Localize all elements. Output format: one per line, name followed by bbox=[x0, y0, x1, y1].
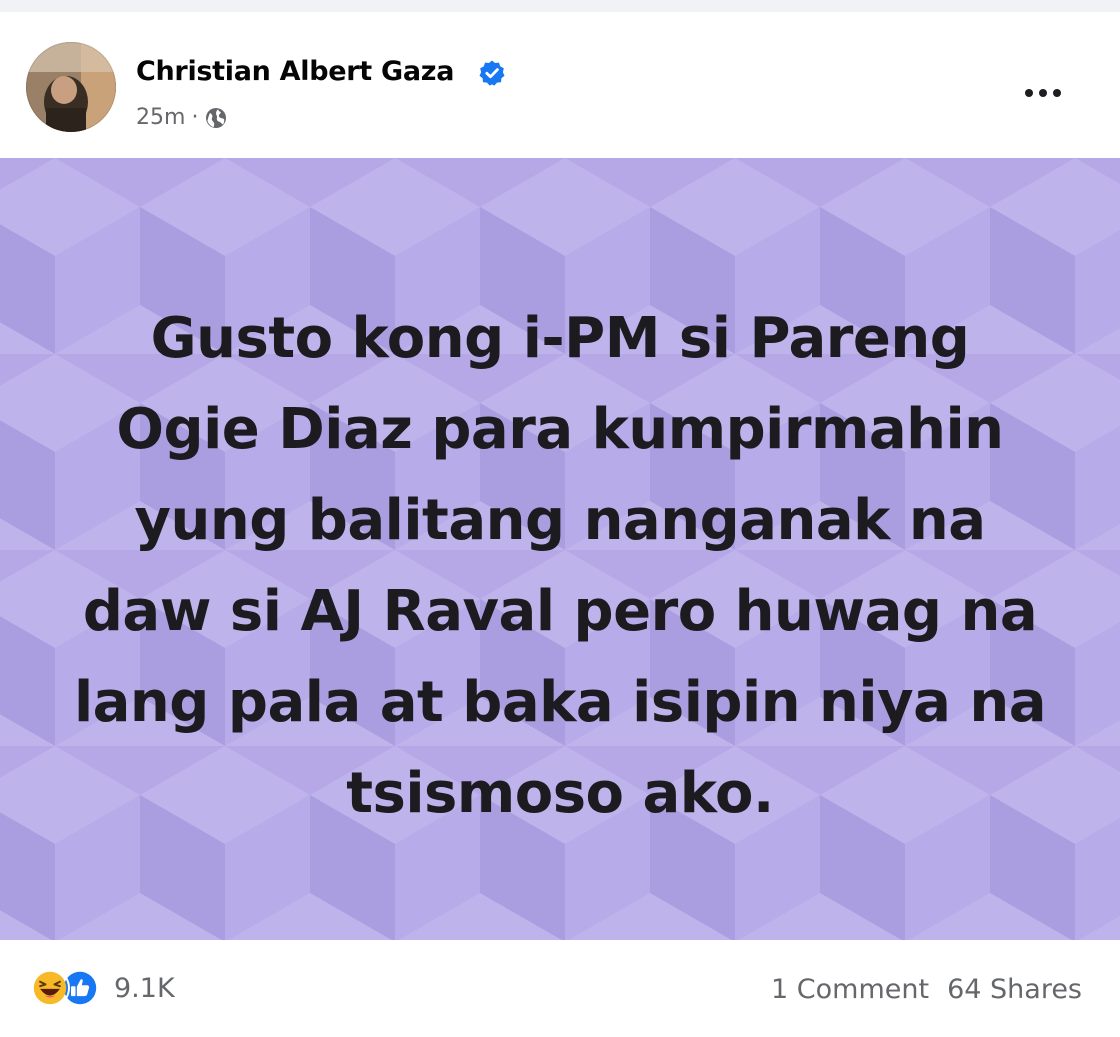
post-text-line: daw si AJ Raval pero huwag na bbox=[82, 579, 1038, 644]
dot-icon bbox=[1039, 89, 1047, 97]
post-text: Gusto kong i-PM si Pareng Ogie Diaz para… bbox=[40, 293, 1080, 839]
post-text-line: tsismoso ako. bbox=[346, 761, 774, 826]
post-footer: 9.1K 1 Comment 64 Shares bbox=[0, 940, 1120, 1037]
meta-separator: · bbox=[191, 105, 199, 130]
dot-icon bbox=[1025, 89, 1033, 97]
reaction-count: 9.1K bbox=[114, 972, 175, 1004]
post-background: Gusto kong i-PM si Pareng Ogie Diaz para… bbox=[0, 158, 1120, 940]
verified-badge-icon bbox=[479, 60, 505, 86]
haha-reaction-icon bbox=[30, 968, 70, 1008]
more-options-icon[interactable] bbox=[1022, 78, 1064, 108]
reactions-summary[interactable]: 9.1K bbox=[30, 968, 175, 1008]
author-avatar[interactable] bbox=[26, 42, 116, 132]
post-text-line: lang pala at baka isipin niya na bbox=[73, 670, 1047, 735]
engagement-counts: 1 Comment 64 Shares bbox=[771, 974, 1082, 1005]
post-text-line: Gusto kong i-PM si Pareng bbox=[150, 306, 970, 371]
dot-icon bbox=[1053, 89, 1061, 97]
post-header: Christian Albert Gaza 25m · bbox=[0, 12, 1120, 158]
facebook-post: Christian Albert Gaza 25m · Gusto kong i… bbox=[0, 12, 1120, 1037]
post-text-line: Ogie Diaz para kumpirmahin bbox=[116, 397, 1004, 462]
comments-count[interactable]: 1 Comment bbox=[771, 974, 929, 1005]
post-text-line: yung balitang nanganak na bbox=[134, 488, 986, 553]
shares-count[interactable]: 64 Shares bbox=[947, 974, 1082, 1005]
author-name[interactable]: Christian Albert Gaza bbox=[136, 56, 454, 87]
post-meta: 25m · bbox=[136, 105, 228, 130]
avatar-ring bbox=[26, 42, 116, 132]
globe-icon[interactable] bbox=[204, 106, 228, 130]
post-time[interactable]: 25m bbox=[136, 105, 185, 130]
